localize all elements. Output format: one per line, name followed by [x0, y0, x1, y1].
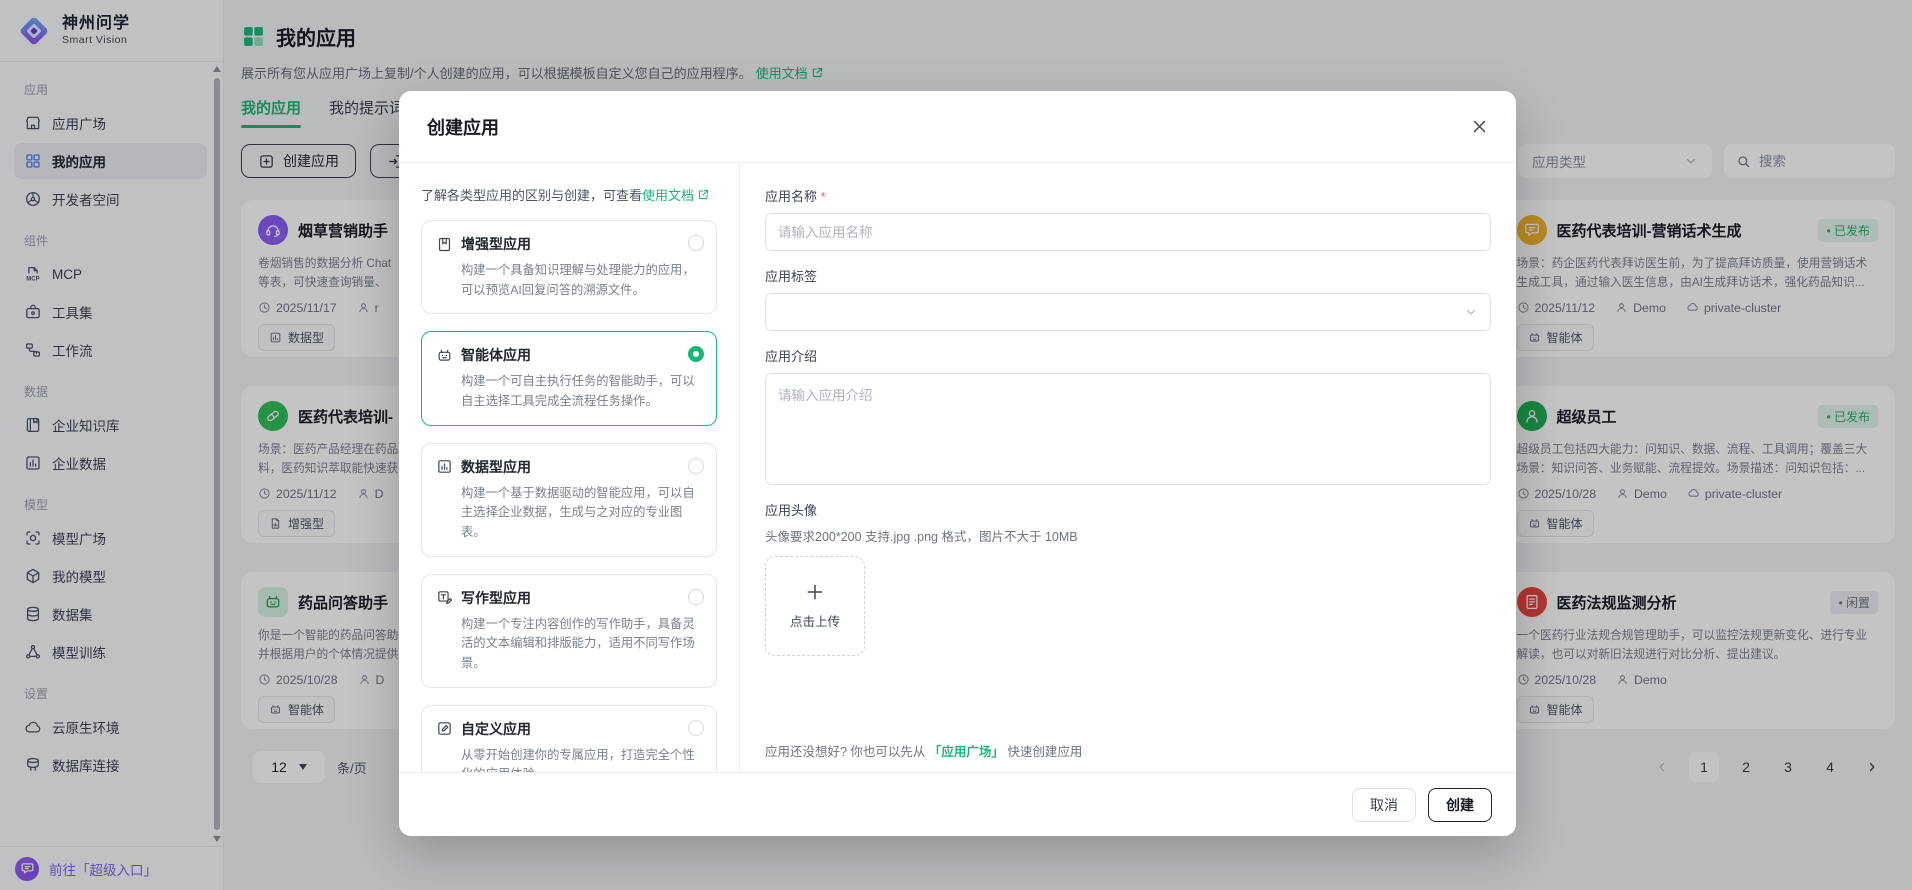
app-type-name: 智能体应用 — [461, 345, 531, 365]
create-app-form: 应用名称 应用标签 应用介绍 应用头像 头像要求200*200 支持.jpg .… — [740, 163, 1516, 772]
cancel-button[interactable]: 取消 — [1352, 788, 1416, 822]
app-avatar-label: 应用头像 — [765, 500, 1491, 519]
app-type-name: 写作型应用 — [461, 588, 531, 608]
app-type-name: 自定义应用 — [461, 719, 531, 739]
app-type-description: 从零开始创建你的专属应用，打造完全个性化的应用体验。 — [461, 746, 702, 772]
custom-app-icon — [436, 720, 453, 737]
app-type-description: 构建一个专注内容创作的写作助手，具备灵活的文本编辑和排版能力，适用不同写作场景。 — [461, 615, 702, 674]
data-app-icon — [436, 458, 453, 475]
knowledge-app-icon — [436, 236, 453, 253]
app-name-label: 应用名称 — [765, 186, 1491, 205]
close-icon[interactable] — [1471, 118, 1488, 135]
app-type-option[interactable]: 智能体应用 构建一个可自主执行任务的智能助手，可以自主选择工具完成全流程任务操作… — [421, 331, 717, 425]
avatar-requirements: 头像要求200*200 支持.jpg .png 格式，图片不大于 10MB — [765, 526, 1491, 545]
radio-button[interactable] — [688, 235, 704, 251]
app-intro-label: 应用介绍 — [765, 346, 1491, 365]
avatar-upload[interactable]: 点击上传 — [765, 556, 865, 656]
app-type-description: 构建一个可自主执行任务的智能助手，可以自主选择工具完成全流程任务操作。 — [461, 372, 702, 411]
app-type-option[interactable]: 自定义应用 从零开始创建你的专属应用，打造完全个性化的应用体验。 — [421, 705, 717, 772]
radio-button[interactable] — [688, 458, 704, 474]
modal-title: 创建应用 — [427, 114, 499, 140]
app-type-option[interactable]: 增强型应用 构建一个具备知识理解与处理能力的应用，可以预览AI回复问答的溯源文件… — [421, 220, 717, 314]
app-type-name: 增强型应用 — [461, 234, 531, 254]
app-type-name: 数据型应用 — [461, 457, 531, 477]
create-button[interactable]: 创建 — [1428, 788, 1492, 822]
app-type-description: 构建一个具备知识理解与处理能力的应用，可以预览AI回复问答的溯源文件。 — [461, 261, 702, 300]
app-tag-label: 应用标签 — [765, 266, 1491, 285]
type-intro: 了解各类型应用的区别与创建，可查看 使用文档 — [421, 185, 717, 204]
app-type-description: 构建一个基于数据驱动的智能应用，可以自主选择企业数据，生成与之对应的专业图表。 — [461, 484, 702, 543]
plus-icon — [805, 582, 825, 602]
caret-down-icon — [1464, 305, 1478, 319]
app-type-option[interactable]: 写作型应用 构建一个专注内容创作的写作助手，具备灵活的文本编辑和排版能力，适用不… — [421, 574, 717, 688]
create-app-modal: 创建应用 了解各类型应用的区别与创建，可查看 使用文档 — [399, 91, 1516, 836]
external-link-icon — [697, 188, 710, 201]
agent-app-icon — [436, 347, 453, 364]
app-name-input[interactable] — [765, 213, 1491, 251]
modal-doc-link[interactable]: 使用文档 — [642, 185, 710, 204]
writing-app-icon — [436, 589, 453, 606]
modal-footer-hint: 应用还没想好? 你也可以先从 「应用广场」 快速创建应用 — [765, 741, 1491, 772]
radio-button[interactable] — [688, 589, 704, 605]
app-tag-select[interactable] — [765, 293, 1491, 331]
app-intro-textarea[interactable] — [765, 373, 1491, 485]
app-market-link[interactable]: 「应用广场」 — [929, 745, 1004, 759]
app-type-panel: 了解各类型应用的区别与创建，可查看 使用文档 增强型应用 — [399, 163, 740, 772]
radio-button[interactable] — [688, 720, 704, 736]
app-type-option[interactable]: 数据型应用 构建一个基于数据驱动的智能应用，可以自主选择企业数据，生成与之对应的… — [421, 443, 717, 557]
